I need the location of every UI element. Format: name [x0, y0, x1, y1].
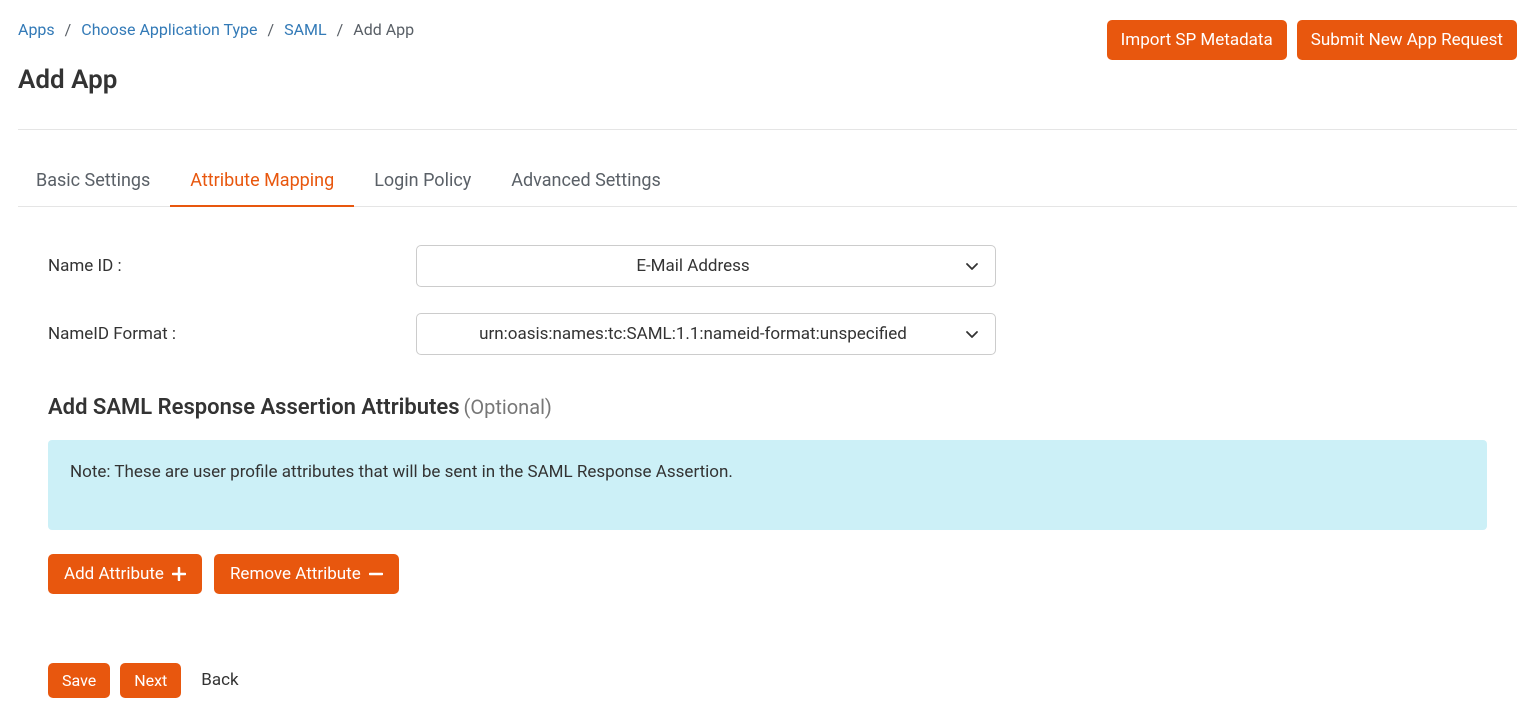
section-title: Add SAML Response Assertion Attributes	[48, 395, 460, 420]
note-box: Note: These are user profile attributes …	[48, 440, 1487, 530]
submit-new-app-request-button[interactable]: Submit New App Request	[1297, 20, 1517, 60]
name-id-select-wrap: E-Mail Address	[416, 245, 996, 287]
breadcrumb-separator: /	[268, 20, 275, 39]
tabs: Basic Settings Attribute Mapping Login P…	[18, 160, 1517, 207]
minus-icon	[369, 567, 383, 581]
name-id-row: Name ID : E-Mail Address	[48, 245, 1487, 287]
note-text: Note: These are user profile attributes …	[70, 462, 733, 482]
section-optional: (Optional)	[464, 395, 552, 419]
breadcrumb-choose-application-type[interactable]: Choose Application Type	[81, 20, 257, 39]
add-attribute-button[interactable]: Add Attribute	[48, 554, 202, 594]
plus-icon	[172, 567, 186, 581]
breadcrumb-add-app: Add App	[353, 20, 414, 39]
header-left: Apps / Choose Application Type / SAML / …	[18, 20, 414, 95]
header-buttons: Import SP Metadata Submit New App Reques…	[1107, 20, 1517, 60]
breadcrumb-saml[interactable]: SAML	[284, 20, 327, 39]
remove-attribute-label: Remove Attribute	[230, 564, 361, 584]
import-sp-metadata-button[interactable]: Import SP Metadata	[1107, 20, 1287, 60]
page-title: Add App	[18, 65, 414, 95]
remove-attribute-button[interactable]: Remove Attribute	[214, 554, 399, 594]
footer-actions: Save Next Back	[48, 662, 1487, 698]
name-id-label: Name ID :	[48, 256, 416, 276]
add-attribute-label: Add Attribute	[64, 564, 164, 584]
breadcrumb-separator: /	[337, 20, 344, 39]
header-area: Apps / Choose Application Type / SAML / …	[18, 20, 1517, 130]
form-area: Name ID : E-Mail Address NameID Format :…	[18, 245, 1517, 698]
nameid-format-select[interactable]: urn:oasis:names:tc:SAML:1.1:nameid-forma…	[416, 313, 996, 355]
back-button[interactable]: Back	[191, 662, 248, 698]
breadcrumb-separator: /	[65, 20, 72, 39]
save-button[interactable]: Save	[48, 663, 110, 698]
breadcrumb: Apps / Choose Application Type / SAML / …	[18, 20, 414, 39]
section-title-row: Add SAML Response Assertion Attributes (…	[48, 395, 1487, 420]
nameid-format-select-wrap: urn:oasis:names:tc:SAML:1.1:nameid-forma…	[416, 313, 996, 355]
next-button[interactable]: Next	[120, 663, 181, 698]
name-id-select[interactable]: E-Mail Address	[416, 245, 996, 287]
tab-attribute-mapping[interactable]: Attribute Mapping	[170, 160, 354, 207]
breadcrumb-apps[interactable]: Apps	[18, 20, 55, 39]
tab-basic-settings[interactable]: Basic Settings	[18, 160, 170, 207]
attribute-action-buttons: Add Attribute Remove Attribute	[48, 554, 1487, 594]
tab-login-policy[interactable]: Login Policy	[354, 160, 491, 207]
nameid-format-label: NameID Format :	[48, 324, 416, 344]
nameid-format-row: NameID Format : urn:oasis:names:tc:SAML:…	[48, 313, 1487, 355]
tab-advanced-settings[interactable]: Advanced Settings	[491, 160, 681, 207]
